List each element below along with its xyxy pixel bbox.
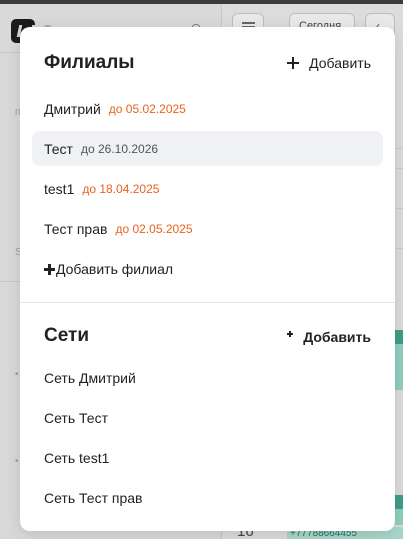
branch-name: Тест (44, 140, 73, 157)
branch-name: test1 (44, 180, 75, 197)
add-network-button-label: Добавить (303, 329, 371, 345)
sidebar-fragment: • (15, 369, 19, 380)
add-branch-link[interactable]: Добавить филиал (44, 261, 173, 277)
branch-expiry: до 18.04.2025 (82, 181, 160, 196)
branch-name: Дмитрий (44, 100, 101, 117)
network-item[interactable]: Сеть Тест (44, 410, 108, 426)
network-item[interactable]: Сеть Тест прав (44, 490, 142, 506)
branch-expiry: до 26.10.2026 (80, 141, 159, 156)
network-item[interactable]: Сеть test1 (44, 450, 109, 466)
plus-icon (287, 57, 300, 69)
sidebar-fragment: • (15, 456, 19, 467)
branch-expiry: до 05.02.2025 (108, 101, 186, 116)
branches-popover: Филиалы Добавить Дмитрий до 05.02.2025 Т… (20, 27, 395, 531)
plus-icon (287, 331, 294, 337)
add-network-button[interactable]: Добавить (287, 329, 371, 345)
branch-item[interactable]: test1 до 18.04.2025 (32, 171, 383, 206)
branch-item-selected[interactable]: Тест до 26.10.2026 (32, 131, 383, 166)
branch-expiry: до 02.05.2025 (115, 221, 193, 236)
networks-title: Сети (44, 325, 90, 346)
branches-title: Филиалы (44, 52, 135, 73)
branch-name: Тест прав (44, 220, 108, 237)
network-item[interactable]: Сеть Дмитрий (44, 370, 136, 386)
branch-item[interactable]: Тест прав до 02.05.2025 (32, 211, 383, 246)
branch-item[interactable]: Дмитрий до 05.02.2025 (32, 91, 383, 126)
add-branch-button-label: Добавить (309, 55, 371, 71)
add-branch-link-label: Добавить филиал (56, 261, 174, 277)
section-divider (20, 302, 395, 303)
plus-icon (44, 263, 55, 275)
add-branch-button[interactable]: Добавить (287, 55, 371, 71)
